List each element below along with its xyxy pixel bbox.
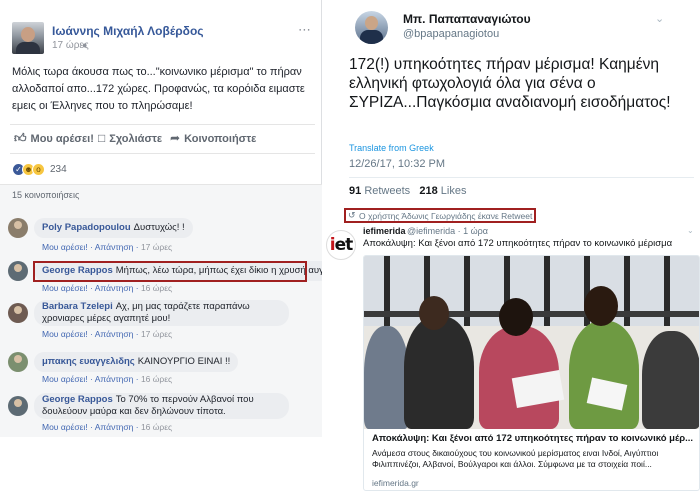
comment-like-link[interactable]: Μου αρέσει! xyxy=(42,242,88,252)
tweet-author-meta[interactable]: @iefimerida · 1 ώρα xyxy=(407,226,488,236)
wow-reaction-icon: o xyxy=(32,163,45,176)
comment-actions: Μου αρέσει! · Απάντηση · 16 ώρες xyxy=(42,422,173,432)
comment-time[interactable]: 16 ώρες xyxy=(141,283,172,293)
comment-text: Δυστυχώς! ! xyxy=(133,222,185,233)
avatar[interactable] xyxy=(8,303,28,323)
avatar[interactable] xyxy=(8,396,28,416)
comment-time[interactable]: 17 ώρες xyxy=(141,242,172,252)
comment-bubble: Barbara Tzelepi Αχ, μη μας ταράζετε παραπ… xyxy=(34,300,289,326)
comment-author[interactable]: μπακης ευαγγελιδης xyxy=(42,356,135,367)
comment-text: ΚΑΙΝΟΥΡΓΙΟ ΕΙΝΑΙ !! xyxy=(137,356,231,367)
tweet-author-handle[interactable]: @bpapapanagiotou xyxy=(403,28,499,40)
comment-like-link[interactable]: Μου αρέσει! xyxy=(42,422,88,432)
card-title[interactable]: Αποκάλυψη: Και ξένοι από 172 υπηκοότητες… xyxy=(372,433,694,444)
comment-time[interactable]: 16 ώρες xyxy=(141,422,172,432)
likes-stat[interactable]: 218 Likes xyxy=(419,185,466,197)
comment-author[interactable]: Poly Papadopoulou xyxy=(42,222,131,233)
retweet-row: ↺ Ο χρήστης Άδωνις Γεωργιάδης έκανε Retw… xyxy=(335,205,700,224)
avatar[interactable] xyxy=(8,218,28,238)
divider xyxy=(349,177,694,178)
comment-like-link[interactable]: Μου αρέσει! xyxy=(42,329,88,339)
link-card[interactable]: Αποκάλυψη: Και ξένοι από 172 υπηκοότητες… xyxy=(363,255,700,491)
retweets-stat[interactable]: 91 Retweets xyxy=(349,185,410,197)
tweet-stats: 91 Retweets 218 Likes xyxy=(349,185,466,197)
speech-bubble-icon: □ xyxy=(98,131,106,145)
comment-highlight-box xyxy=(33,261,307,282)
comment-reply-link[interactable]: Απάντηση xyxy=(95,329,134,339)
comment-actions: Μου αρέσει! · Απάντηση · 17 ώρες xyxy=(42,242,173,252)
comment-bubble: Poly Papadopoulou Δυστυχώς! ! xyxy=(34,218,193,238)
tweet-author-name[interactable]: iefimerida xyxy=(363,226,406,236)
comment-reply-link[interactable]: Απάντηση xyxy=(95,242,134,252)
post-text: Μόλις τωρα άκουσα πως το..."κοινωνικο μέ… xyxy=(12,66,305,112)
card-description: Ανάμεσα στους δικαιούχους του κοινωνικού… xyxy=(372,448,659,469)
comment-reply-link[interactable]: Απάντηση xyxy=(95,374,134,384)
chevron-down-icon[interactable]: ⌄ xyxy=(655,12,664,25)
comment-author[interactable]: Barbara Tzelepi xyxy=(42,301,113,312)
share-arrow-icon: ➦ xyxy=(170,131,181,145)
divider xyxy=(10,124,315,125)
comment-like-link[interactable]: Μου αρέσει! xyxy=(42,374,88,384)
comment-reply-link[interactable]: Απάντηση xyxy=(95,283,134,293)
comment-actions: Μου αρέσει! · Απάντηση · 16 ώρες xyxy=(42,283,173,293)
avatar[interactable] xyxy=(8,352,28,372)
comment-like-link[interactable]: Μου αρέσει! xyxy=(42,283,88,293)
comment-bubble: George Rappos Το 70% το περνούν Αλβανοί π… xyxy=(34,393,289,419)
comment-button[interactable]: □ Σχολιάστε xyxy=(98,131,162,145)
tweet-date[interactable]: 12/26/17, 10:32 PM xyxy=(349,158,445,170)
retweeted-tweet: iet iefimerida @iefimerida · 1 ώρα ⌄ Απο… xyxy=(322,224,700,491)
post-author[interactable]: Ιωάννης Μιχαήλ Λοβέρδος xyxy=(52,24,204,38)
comment-time[interactable]: 17 ώρες xyxy=(141,329,172,339)
comment-bubble: μπακης ευαγγελιδης ΚΑΙΝΟΥΡΓΙΟ ΕΙΝΑΙ !! xyxy=(34,352,239,372)
comment-actions: Μου αρέσει! · Απάντηση · 17 ώρες xyxy=(42,329,173,339)
card-domain[interactable]: iefimerida.gr xyxy=(372,478,419,488)
comments-section: Poly Papadopoulou Δυστυχώς! ! Μου αρέσει!… xyxy=(0,205,343,437)
tweet: Μπ. Παπαπαναγιώτου @bpapapanagiotou ⌄ 17… xyxy=(335,0,700,205)
retweet-notice[interactable]: Ο χρήστης Άδωνις Γεωργιάδης έκανε Retwee… xyxy=(359,211,532,221)
tweet-text: 172(!) υπηκοότητες πήραν μέρισμα! Καημέν… xyxy=(349,56,671,111)
like-button[interactable]: 👍︎ Μου αρέσει! xyxy=(14,131,94,146)
tweet-author-name[interactable]: Μπ. Παπαπαναγιώτου xyxy=(403,12,531,26)
avatar[interactable] xyxy=(355,11,388,44)
comment-author[interactable]: George Rappos xyxy=(42,394,113,405)
share-count[interactable]: 15 κοινοποιήσεις xyxy=(12,190,79,200)
translate-link[interactable]: Translate from Greek xyxy=(349,143,434,153)
author-avatar[interactable] xyxy=(12,22,44,54)
divider xyxy=(10,153,315,154)
avatar[interactable] xyxy=(8,261,28,281)
chevron-down-icon[interactable]: ⌄ xyxy=(687,226,694,235)
comment-reply-link[interactable]: Απάντηση xyxy=(95,422,134,432)
share-button[interactable]: ➦ Κοινοποιήστε xyxy=(170,131,256,145)
iefimerida-logo[interactable]: iet xyxy=(326,230,356,260)
reaction-count[interactable]: 234 xyxy=(50,164,67,175)
more-options-icon[interactable]: ⋯ xyxy=(298,22,312,38)
card-photo xyxy=(364,256,699,429)
shares-strip: 15 κοινοποιήσεις xyxy=(0,184,322,205)
comment-time[interactable]: 16 ώρες xyxy=(141,374,172,384)
retweet-icon: ↺ xyxy=(348,210,356,220)
tweet-text: Αποκάλυψη: Και ξένοι από 172 υπηκοότητες… xyxy=(363,238,673,249)
thumbs-up-icon: 👍︎ xyxy=(14,131,27,145)
globe-icon: ● xyxy=(82,40,88,50)
comment-actions: Μου αρέσει! · Απάντηση · 16 ώρες xyxy=(42,374,173,384)
facebook-post: Ιωάννης Μιχαήλ Λοβέρδος 17 ώρες ● ⋯ Μόλι… xyxy=(0,0,322,205)
